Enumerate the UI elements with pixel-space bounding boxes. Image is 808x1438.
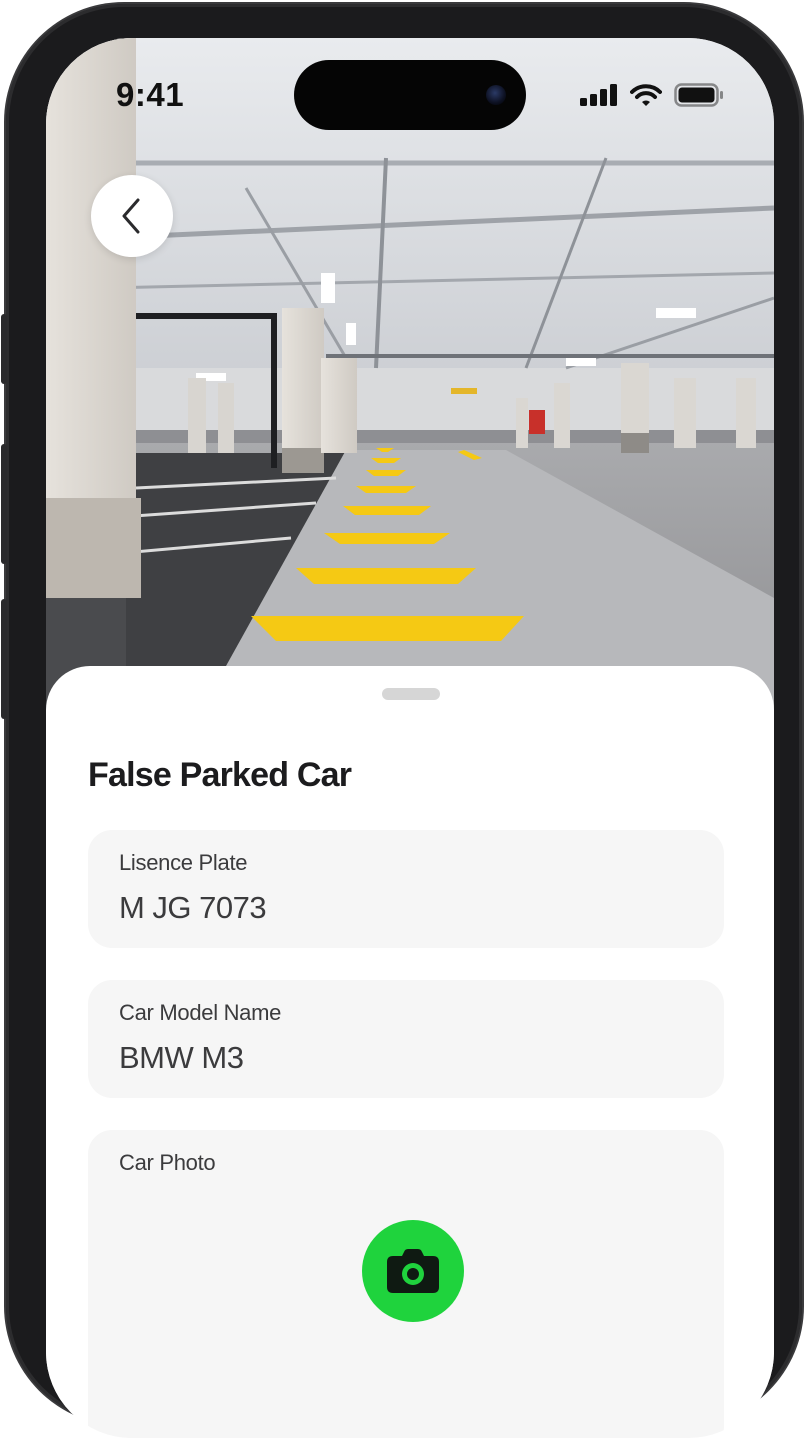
status-bar: 9:41 xyxy=(46,38,774,148)
phone-action-button xyxy=(1,314,7,384)
take-photo-button[interactable] xyxy=(362,1220,464,1322)
status-time: 9:41 xyxy=(116,76,185,113)
car-model-value[interactable]: BMW M3 xyxy=(119,1040,244,1076)
front-camera-icon xyxy=(486,85,506,105)
car-model-label: Car Model Name xyxy=(119,1000,282,1025)
wifi-icon xyxy=(630,84,662,106)
chevron-left-icon xyxy=(122,198,140,234)
battery-icon xyxy=(674,83,723,107)
license-plate-label: Lisence Plate xyxy=(119,850,248,875)
phone-screen: 9:41 False Parked Car Lisence Plate M JG… xyxy=(46,38,774,1438)
phone-volume-down-button xyxy=(1,599,7,719)
back-button[interactable] xyxy=(91,175,173,257)
phone-frame: 9:41 False Parked Car Lisence Plate M JG… xyxy=(1,4,802,1438)
phone-volume-up-button xyxy=(1,444,7,564)
details-sheet: False Parked Car Lisence Plate M JG 7073… xyxy=(46,666,774,1438)
camera-icon xyxy=(387,1249,439,1293)
sheet-title: False Parked Car xyxy=(88,756,352,794)
dynamic-island xyxy=(294,60,526,130)
car-photo-label: Car Photo xyxy=(119,1150,216,1175)
car-model-field[interactable]: Car Model Name BMW M3 xyxy=(88,980,724,1098)
sheet-grabber[interactable] xyxy=(382,688,440,700)
status-icons xyxy=(580,82,724,108)
car-photo-field: Car Photo xyxy=(88,1130,724,1438)
license-plate-value[interactable]: M JG 7073 xyxy=(119,890,267,926)
license-plate-field[interactable]: Lisence Plate M JG 7073 xyxy=(88,830,724,948)
cellular-signal-icon xyxy=(580,84,617,106)
